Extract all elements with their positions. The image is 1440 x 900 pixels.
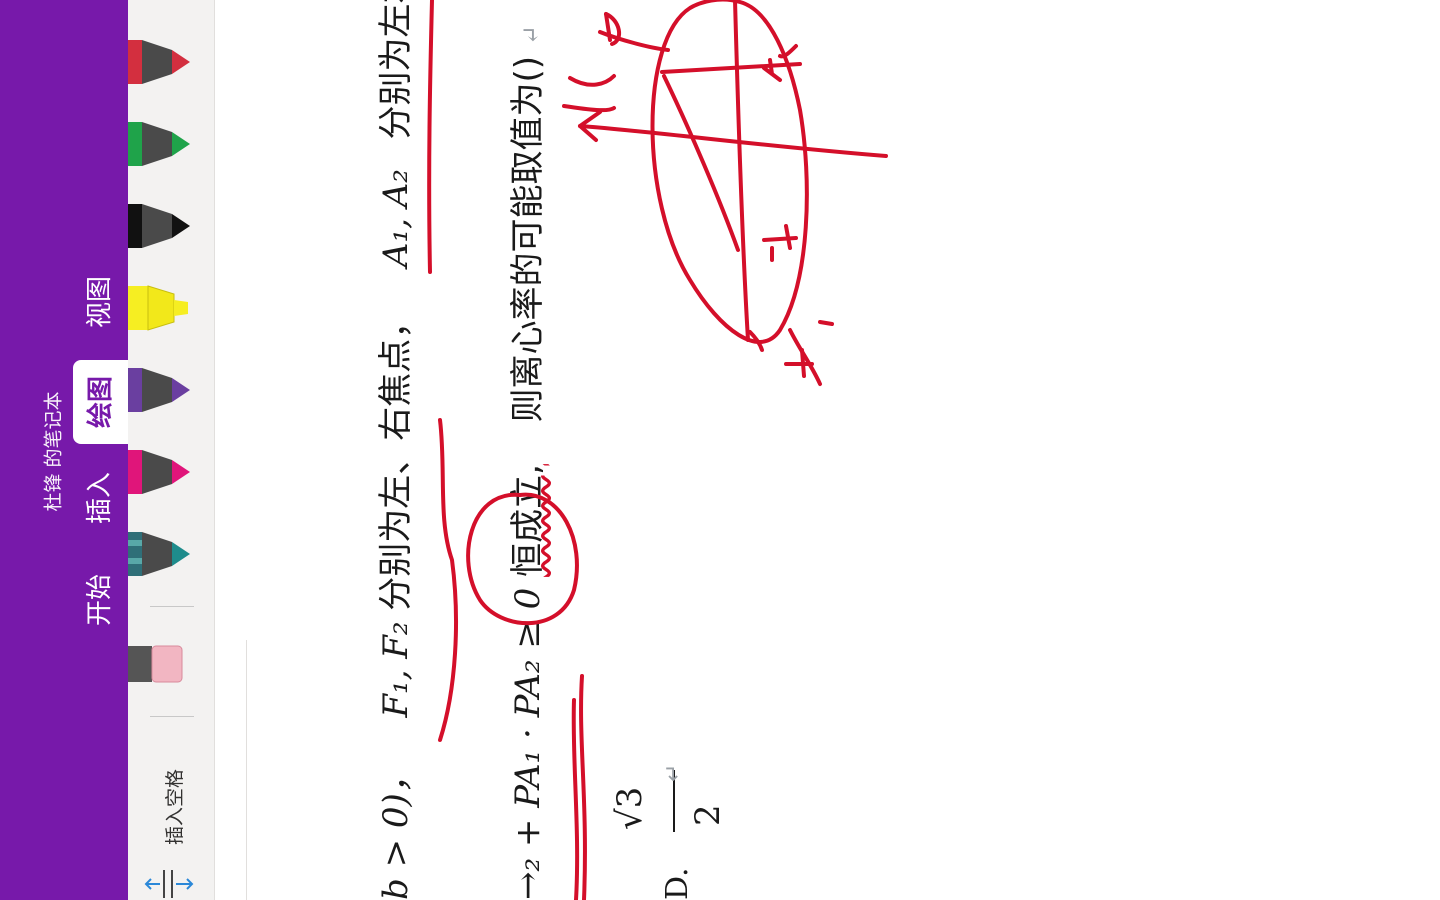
- page-gutter: [246, 640, 247, 900]
- tool-separator: [150, 716, 194, 717]
- galaxy-pen-icon[interactable]: [128, 528, 192, 580]
- option-value: √3: [610, 786, 650, 830]
- problem-line-1: b > 0)， F₁, F₂ 分别为左、右焦点， A₁, A₂ 分别为左右顶: [368, 0, 417, 900]
- tab-draw[interactable]: 绘图: [81, 362, 121, 442]
- problem-text-highlighted: 恒成立,: [508, 464, 548, 577]
- problem-line-2: →₂ + PA₁ · PA₂ ≥ 0 恒成立, 则离心率的可能取值为() ↵: [500, 25, 549, 900]
- fraction-bar: ↵: [661, 764, 686, 832]
- math-text: A₁, A₂: [376, 169, 416, 268]
- yellow-highlighter-icon[interactable]: [128, 282, 192, 334]
- svg-text:↵: ↵: [661, 764, 686, 782]
- tool-separator: [150, 606, 194, 607]
- magenta-pen-icon[interactable]: [128, 446, 192, 498]
- problem-text: 分别为左右顶: [376, 0, 416, 140]
- problem-text: 则离心率的可能取值为(): [508, 55, 548, 423]
- option-label: D.: [660, 867, 695, 900]
- notebook-name[interactable]: 杜锋 的笔记本: [39, 372, 66, 532]
- problem-text: 分别为左、右焦点，: [376, 304, 416, 611]
- tab-start[interactable]: 开始: [80, 560, 120, 640]
- option-value: 2: [688, 804, 728, 826]
- handwritten-ink-layer: [427, 0, 888, 900]
- math-text: →₂ + PA₁ · PA₂ ≥ 0: [508, 587, 548, 900]
- insert-space-icon[interactable]: [142, 868, 200, 900]
- option-d-label: D.: [660, 867, 695, 900]
- return-mark-icon: ↵: [517, 25, 545, 46]
- black-pen-icon[interactable]: [128, 200, 192, 252]
- tab-view[interactable]: 视图: [80, 262, 120, 342]
- option-d-denominator: 2: [688, 804, 728, 826]
- tab-insert[interactable]: 插入: [80, 458, 120, 538]
- option-d-numerator: √3: [610, 787, 650, 830]
- eraser-icon[interactable]: [128, 640, 192, 692]
- red-pen-icon[interactable]: [128, 36, 192, 88]
- green-pen-icon[interactable]: [128, 118, 192, 170]
- purple-pen-icon[interactable]: [128, 364, 192, 416]
- insert-space-label[interactable]: 插入空格: [158, 732, 192, 882]
- math-text: b > 0)，: [376, 759, 416, 900]
- math-text: F₁, F₂: [376, 621, 416, 718]
